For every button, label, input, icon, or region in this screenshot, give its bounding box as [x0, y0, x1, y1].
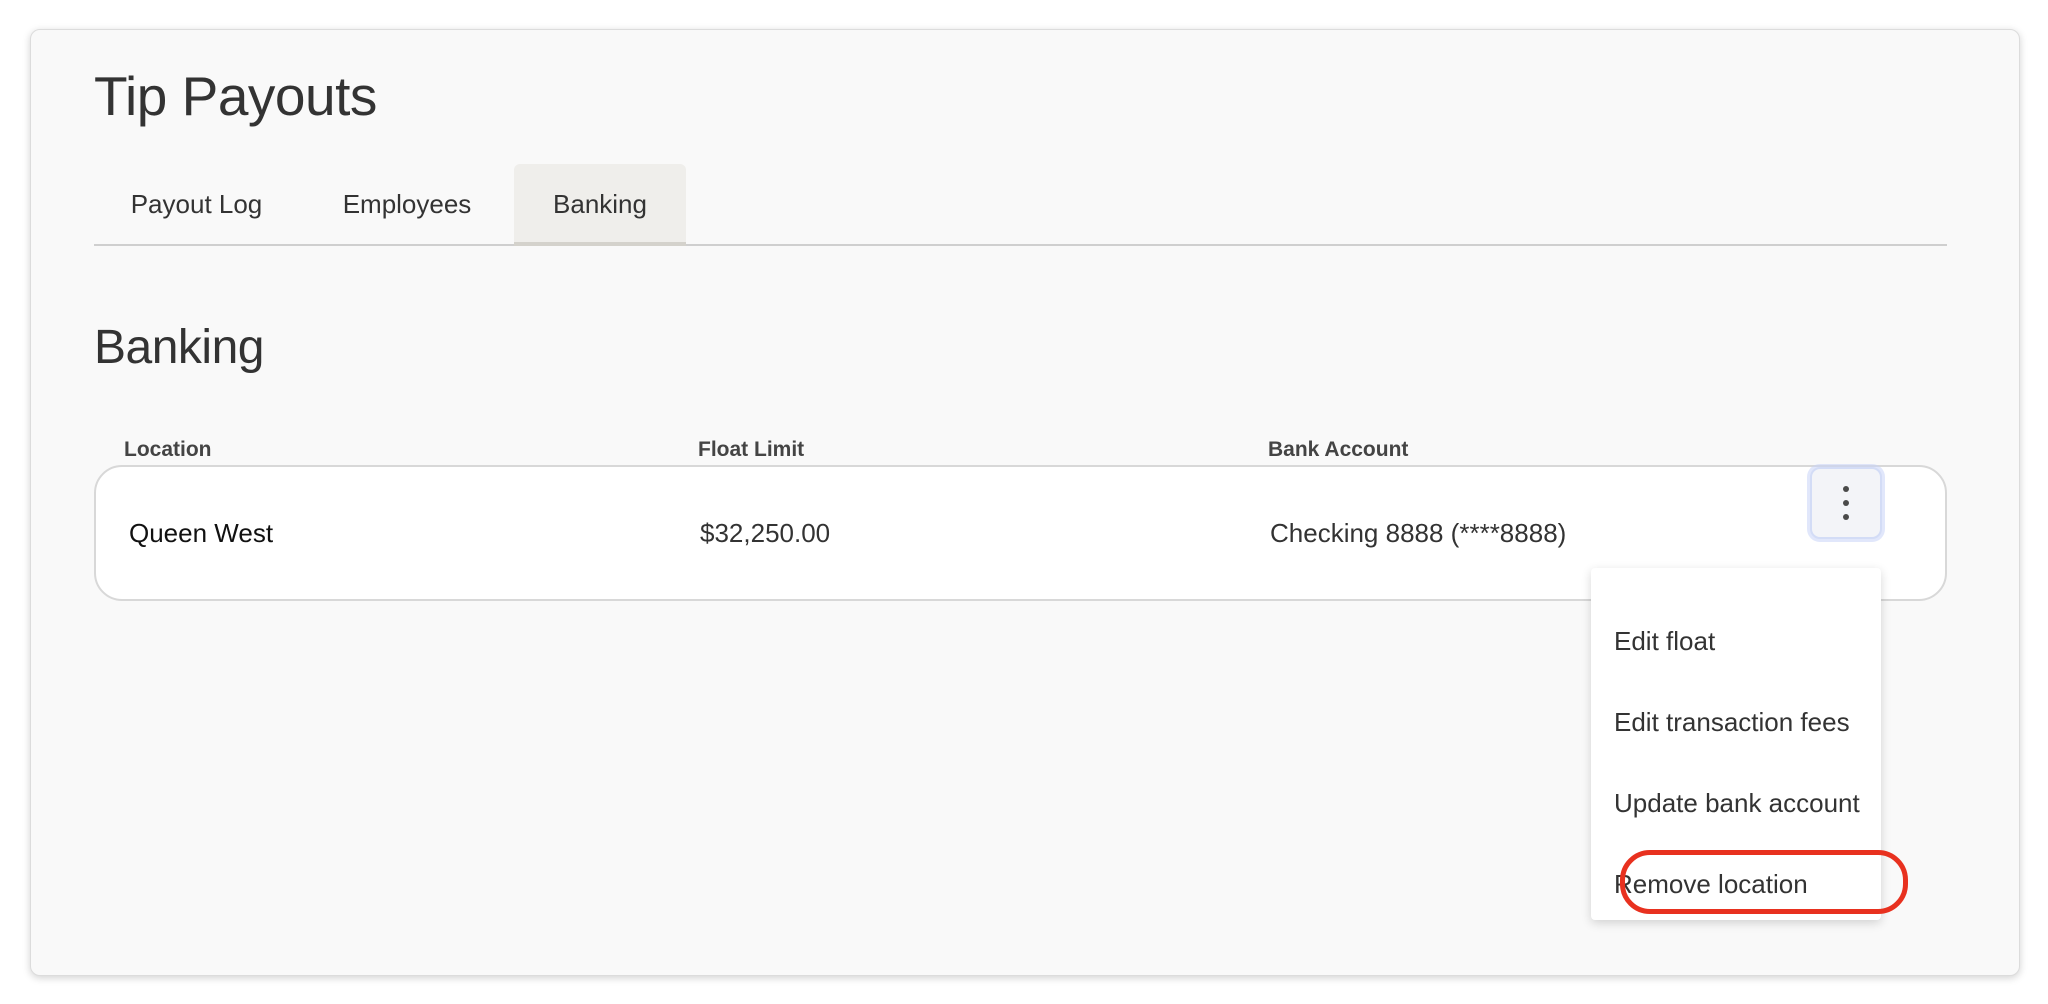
row-actions-button[interactable]	[1810, 467, 1882, 539]
tab-banking[interactable]: Banking	[514, 164, 686, 246]
float-limit-cell: $32,250.00	[700, 518, 831, 548]
tab-bar: Payout Log Employees Banking	[94, 164, 1947, 246]
more-vertical-icon	[1843, 486, 1849, 520]
tab-payout-log[interactable]: Payout Log	[114, 164, 279, 244]
column-header-bank-account: Bank Account	[1268, 438, 1409, 461]
row-actions-menu: Edit float Edit transaction fees Update …	[1591, 568, 1881, 920]
section-title: Banking	[94, 321, 264, 374]
menu-item-remove-location[interactable]: Remove location	[1591, 854, 1881, 914]
menu-item-edit-transaction-fees[interactable]: Edit transaction fees	[1591, 692, 1881, 752]
page-title: Tip Payouts	[94, 65, 377, 127]
location-cell: Queen West	[129, 518, 274, 548]
column-header-location: Location	[124, 438, 212, 461]
menu-item-update-bank-account[interactable]: Update bank account	[1591, 773, 1881, 833]
bank-account-cell: Checking 8888 (****8888)	[1270, 518, 1567, 548]
column-header-float-limit: Float Limit	[698, 438, 805, 461]
menu-item-edit-float[interactable]: Edit float	[1591, 611, 1881, 671]
tab-employees[interactable]: Employees	[324, 164, 490, 244]
